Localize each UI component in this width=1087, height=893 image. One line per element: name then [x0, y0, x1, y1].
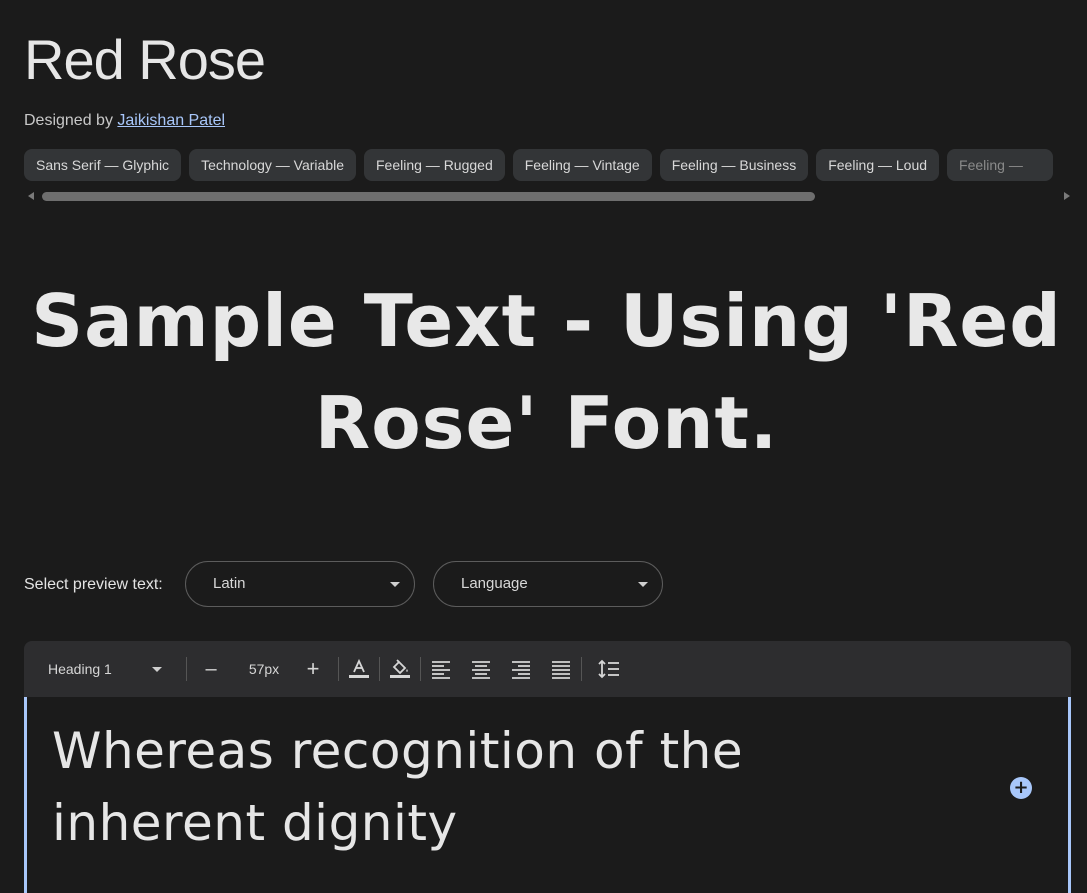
font-specimen-page: Red Rose Designed by Jaikishan Patel San… [0, 0, 1087, 893]
toolbar-divider [420, 657, 421, 681]
scroll-left-arrow-icon[interactable] [28, 192, 34, 200]
text-color-icon[interactable] [347, 657, 371, 681]
tags-scrollbar[interactable] [24, 189, 1070, 203]
align-right-icon[interactable] [509, 657, 533, 681]
tag-chip[interactable]: Feeling — Rugged [364, 149, 505, 181]
script-select-value: Latin [213, 575, 246, 592]
toolbar-divider [581, 657, 582, 681]
chevron-down-icon [390, 582, 400, 587]
scroll-thumb[interactable] [42, 192, 815, 201]
text-style-select[interactable]: Heading 1 [48, 641, 168, 697]
toolbar-divider [379, 657, 380, 681]
chevron-down-icon [152, 667, 162, 672]
tag-chip[interactable]: Feeling — Business [659, 149, 809, 181]
editor-text[interactable]: Whereas recognition of the inherent dign… [52, 715, 872, 859]
tag-chip[interactable]: Feeling — Loud [816, 149, 940, 181]
language-select[interactable]: Language [433, 561, 663, 607]
add-block-button[interactable]: + [1010, 777, 1032, 799]
chevron-down-icon [638, 582, 648, 587]
tag-chip[interactable]: Feeling — [947, 149, 1053, 181]
decrease-size-button[interactable]: – [202, 641, 220, 697]
editor-toolbar: Heading 1 – 57px + [24, 641, 1071, 697]
toolbar-divider [338, 657, 339, 681]
toolbar-divider [186, 657, 187, 681]
align-justify-icon[interactable] [549, 657, 573, 681]
designer-credit: Designed by Jaikishan Patel [24, 110, 225, 132]
scroll-right-arrow-icon[interactable] [1064, 192, 1070, 200]
preview-editor[interactable]: Whereas recognition of the inherent dign… [24, 697, 1071, 893]
increase-size-button[interactable]: + [304, 641, 322, 697]
script-select[interactable]: Latin [185, 561, 415, 607]
align-left-icon[interactable] [429, 657, 453, 681]
line-height-icon[interactable] [597, 657, 621, 681]
tag-chip[interactable]: Technology — Variable [189, 149, 356, 181]
tag-list: Sans Serif — Glyphic Technology — Variab… [24, 149, 1087, 182]
language-select-value: Language [461, 575, 528, 592]
tag-chip[interactable]: Sans Serif — Glyphic [24, 149, 182, 181]
tag-chip[interactable]: Feeling — Vintage [512, 149, 652, 181]
designer-link[interactable]: Jaikishan Patel [117, 112, 225, 129]
preview-text-label: Select preview text: [24, 576, 163, 593]
sample-text: Sample Text - Using 'Red Rose' Font. [31, 279, 1062, 465]
text-style-value: Heading 1 [48, 661, 112, 677]
align-center-icon[interactable] [469, 657, 493, 681]
highlight-color-icon[interactable] [388, 657, 412, 681]
font-size-value[interactable]: 57px [246, 641, 282, 697]
designed-by-label: Designed by [24, 112, 113, 129]
font-title: Red Rose [24, 28, 266, 91]
